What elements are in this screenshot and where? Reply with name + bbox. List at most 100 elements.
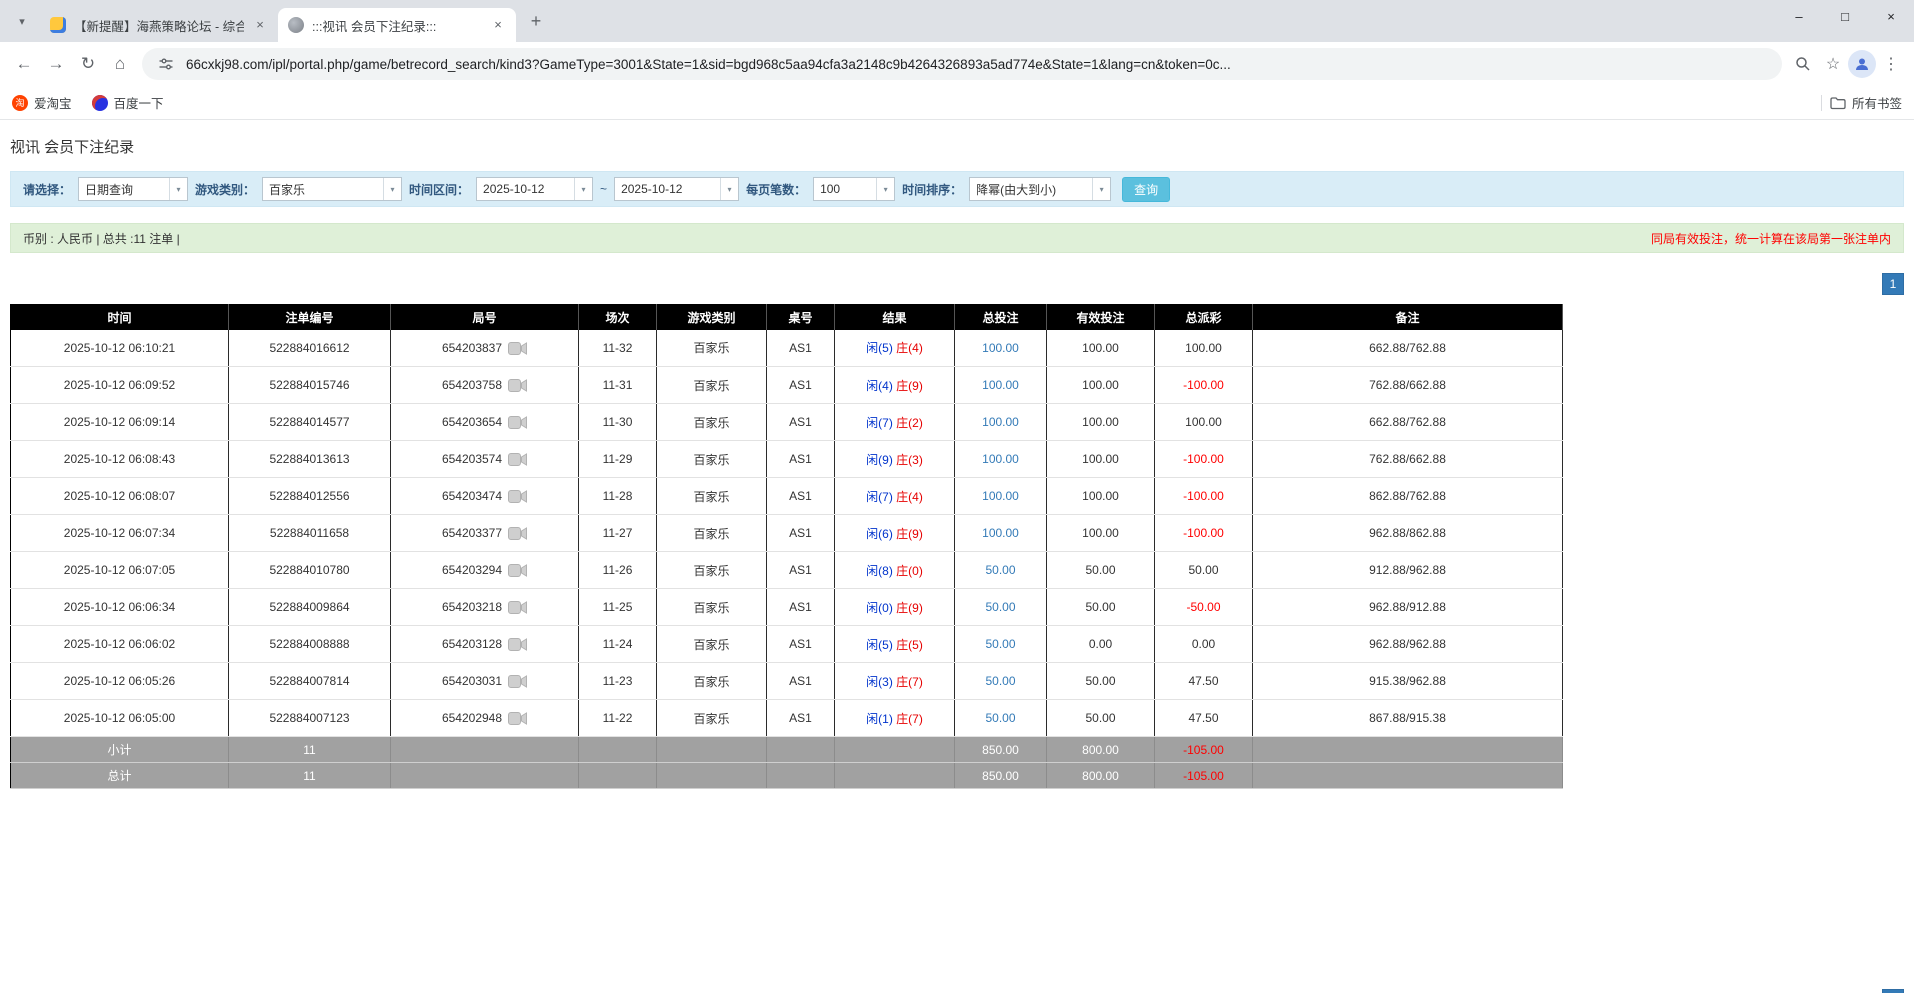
tab-close-icon[interactable]: ×	[252, 17, 268, 33]
refresh-button[interactable]: ↻	[72, 48, 104, 80]
result-banker: 庄(4)	[896, 341, 923, 355]
bookmark-item-baidu[interactable]: 百度一下	[92, 93, 164, 112]
browser-toolbar: ← → ↻ ⌂ 66cxkj98.com/ipl/portal.php/game…	[0, 42, 1914, 86]
game-type-input[interactable]	[263, 178, 383, 200]
cell-bet-id: 522884010780	[229, 552, 391, 589]
query-mode-select[interactable]: ▾	[78, 177, 188, 201]
site-settings-icon[interactable]	[156, 54, 176, 74]
replay-video-icon[interactable]	[508, 379, 527, 392]
cell-valid-bet: 100.00	[1047, 441, 1155, 478]
cell-total-bet[interactable]: 100.00	[955, 404, 1047, 441]
search-button[interactable]: 查询	[1122, 177, 1170, 202]
address-bar[interactable]: 66cxkj98.com/ipl/portal.php/game/betreco…	[142, 48, 1782, 80]
replay-video-icon[interactable]	[508, 527, 527, 540]
game-type-select[interactable]: ▾	[262, 177, 402, 201]
replay-video-icon[interactable]	[508, 601, 527, 614]
minimize-button[interactable]: –	[1776, 0, 1822, 32]
tab-strip: ▾ 【新提醒】海燕策略论坛 - 综合 × :::视讯 会员下注纪录::: × +…	[0, 0, 1914, 42]
close-button[interactable]: ×	[1868, 0, 1914, 32]
cell-total-bet[interactable]: 50.00	[955, 589, 1047, 626]
replay-video-icon[interactable]	[508, 675, 527, 688]
all-bookmarks-button[interactable]: 所有书签	[1830, 93, 1902, 112]
date-from-select[interactable]: ▾	[476, 177, 593, 201]
cell-total-bet[interactable]: 50.00	[955, 700, 1047, 737]
summary-empty	[657, 763, 767, 789]
browser-menu-icon[interactable]: ⋮	[1876, 49, 1906, 79]
page-size-input[interactable]	[814, 178, 876, 200]
tab-search-icon[interactable]: ▾	[8, 7, 36, 35]
column-header-valid-bet: 有效投注	[1047, 305, 1155, 330]
date-from-input[interactable]	[477, 178, 574, 200]
cell-total-bet[interactable]: 100.00	[955, 330, 1047, 367]
zoom-icon[interactable]	[1788, 49, 1818, 79]
cell-valid-bet: 0.00	[1047, 626, 1155, 663]
sort-select[interactable]: ▾	[969, 177, 1111, 201]
replay-video-icon[interactable]	[508, 416, 527, 429]
cell-valid-bet: 50.00	[1047, 663, 1155, 700]
chevron-down-icon[interactable]: ▾	[169, 178, 187, 200]
chevron-down-icon[interactable]: ▾	[574, 178, 592, 200]
browser-tab-betrecord[interactable]: :::视讯 会员下注纪录::: ×	[278, 8, 516, 42]
new-tab-button[interactable]: +	[522, 7, 550, 35]
replay-video-icon[interactable]	[508, 342, 527, 355]
summary-empty	[767, 763, 835, 789]
date-to-input[interactable]	[615, 178, 720, 200]
filter-bar: 请选择： ▾ 游戏类别： ▾ 时间区间： ▾ ~ ▾ 每页笔数： ▾ 时间排序：…	[10, 171, 1904, 207]
maximize-button[interactable]: □	[1822, 0, 1868, 32]
cell-session: 11-31	[579, 367, 657, 404]
cell-payout: 0.00	[1155, 626, 1253, 663]
result-banker: 庄(3)	[896, 453, 923, 467]
query-mode-input[interactable]	[79, 178, 169, 200]
chevron-down-icon[interactable]: ▾	[876, 178, 894, 200]
cell-total-bet[interactable]: 100.00	[955, 441, 1047, 478]
page-1-button[interactable]: 1	[1882, 989, 1904, 993]
round-number: 654203474	[442, 489, 502, 503]
summary-payout: -105.00	[1155, 737, 1253, 763]
cell-round: 654203837	[391, 330, 579, 367]
result-banker: 庄(2)	[896, 416, 923, 430]
baidu-icon	[92, 95, 108, 111]
bookmark-star-icon[interactable]: ☆	[1818, 49, 1848, 79]
page-size-select[interactable]: ▾	[813, 177, 895, 201]
home-button[interactable]: ⌂	[104, 48, 136, 80]
cell-total-bet[interactable]: 50.00	[955, 626, 1047, 663]
forward-button[interactable]: →	[40, 48, 72, 80]
summary-valid-bet: 800.00	[1047, 763, 1155, 789]
cell-total-bet[interactable]: 100.00	[955, 515, 1047, 552]
replay-video-icon[interactable]	[508, 712, 527, 725]
bookmark-item-taobao[interactable]: 淘 爱淘宝	[12, 93, 72, 112]
date-to-select[interactable]: ▾	[614, 177, 739, 201]
cell-table-no: AS1	[767, 367, 835, 404]
replay-video-icon[interactable]	[508, 564, 527, 577]
replay-video-icon[interactable]	[508, 638, 527, 651]
profile-avatar[interactable]	[1848, 50, 1876, 78]
back-button[interactable]: ←	[8, 48, 40, 80]
cell-total-bet[interactable]: 100.00	[955, 478, 1047, 515]
chevron-down-icon[interactable]: ▾	[383, 178, 401, 200]
cell-valid-bet: 50.00	[1047, 589, 1155, 626]
sort-input[interactable]	[970, 178, 1092, 200]
summary-label: 总计	[11, 763, 229, 789]
cell-session: 11-22	[579, 700, 657, 737]
cell-round: 654203128	[391, 626, 579, 663]
browser-tab-forum[interactable]: 【新提醒】海燕策略论坛 - 综合 ×	[40, 8, 278, 42]
chevron-down-icon[interactable]: ▾	[720, 178, 738, 200]
cell-result: 闲(3) 庄(7)	[835, 663, 955, 700]
url-text[interactable]: 66cxkj98.com/ipl/portal.php/game/betreco…	[186, 57, 1768, 72]
tab-close-icon[interactable]: ×	[490, 17, 506, 33]
summary-empty	[391, 763, 579, 789]
replay-video-icon[interactable]	[508, 490, 527, 503]
cell-total-bet[interactable]: 50.00	[955, 552, 1047, 589]
cell-round: 654203218	[391, 589, 579, 626]
cell-note: 912.88/962.88	[1253, 552, 1563, 589]
round-number: 654203654	[442, 415, 502, 429]
cell-valid-bet: 100.00	[1047, 515, 1155, 552]
cell-table-no: AS1	[767, 589, 835, 626]
cell-total-bet[interactable]: 50.00	[955, 663, 1047, 700]
summary-empty	[1253, 763, 1563, 789]
tab-favicon	[50, 17, 66, 33]
cell-total-bet[interactable]: 100.00	[955, 367, 1047, 404]
replay-video-icon[interactable]	[508, 453, 527, 466]
page-1-button[interactable]: 1	[1882, 273, 1904, 295]
chevron-down-icon[interactable]: ▾	[1092, 178, 1110, 200]
